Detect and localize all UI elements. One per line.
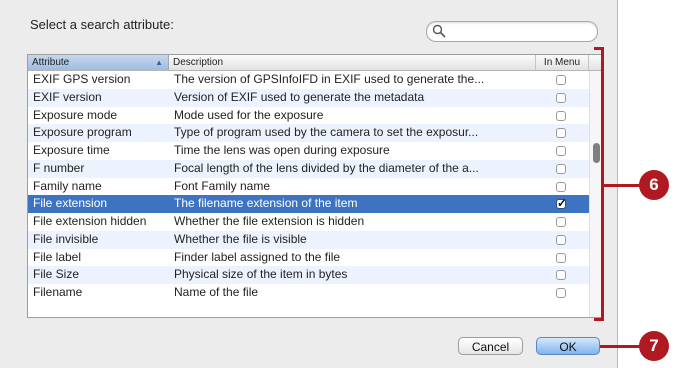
in-menu-cell [536,124,589,142]
in-menu-checkbox[interactable] [556,270,566,281]
attribute-cell: File Size [33,267,80,282]
attribute-cell: Family name [33,178,102,193]
table-row[interactable]: File extension The filename extension of … [28,195,589,213]
table-row[interactable]: Exposure time Time the lens was open duri… [28,142,589,160]
ok-button[interactable]: OK [536,337,600,355]
description-cell: Name of the file [174,285,259,299]
in-menu-cell [536,178,589,196]
description-cell: Type of program used by the camera to se… [174,125,479,140]
description-cell: Font Family name [174,178,271,193]
table-body: EXIF GPS version The version of GPSInfoIF… [28,71,589,302]
description-cell: The version of GPSInfoIFD in EXIF used t… [174,72,485,86]
sort-ascending-icon: ▲ [155,58,163,67]
attribute-cell: EXIF GPS version [33,72,131,86]
attribute-cell: Filename [33,285,83,299]
table-row[interactable]: EXIF version Version of EXIF used to gene… [28,88,589,107]
attribute-cell: Exposure time [33,143,110,157]
attribute-cell: File extension [33,196,108,211]
in-menu-cell [536,195,589,213]
attribute-cell: Exposure program [33,125,132,140]
table-row[interactable]: File invisible Whether the file is visibl… [28,230,589,249]
search-icon [432,24,446,38]
in-menu-cell [536,89,589,107]
in-menu-checkbox[interactable] [556,92,566,103]
in-menu-checkbox[interactable] [556,195,567,213]
in-menu-checkbox[interactable] [556,234,566,245]
in-menu-cell [536,107,589,125]
table-row[interactable]: File Size Physical size of the item in by… [28,266,589,284]
in-menu-checkbox[interactable] [556,181,566,192]
in-menu-checkbox[interactable] [556,75,566,85]
table-callout-line [604,184,640,187]
attribute-cell: File invisible [33,231,99,246]
table-row[interactable]: File label Finder label assigned to the f… [28,249,589,267]
table-row[interactable]: F number Focal length of the lens divided… [28,159,589,178]
in-menu-cell [536,284,589,302]
table-row[interactable]: File extension hidden Whether the file ex… [28,213,589,231]
table-row[interactable]: Family name Font Family name [28,178,589,196]
search-attribute-dialog: Select a search attribute: Attribute ▲ D… [0,0,618,368]
in-menu-checkbox[interactable] [556,252,566,263]
table-row[interactable]: Filename Name of the file [28,284,589,302]
in-menu-checkbox[interactable] [556,146,566,156]
description-cell: Focal length of the lens divided by the … [174,160,479,175]
description-cell: The filename extension of the item [174,196,358,211]
column-header-attribute[interactable]: Attribute ▲ [28,55,169,70]
table-callout-bracket [594,47,604,321]
table-row[interactable]: Exposure mode Mode used for the exposure [28,107,589,125]
description-cell: Physical size of the item in bytes [174,267,348,282]
table-row[interactable]: Exposure program Type of program used by … [28,124,589,142]
description-cell: Mode used for the exposure [174,107,324,122]
description-cell: Whether the file is visible [174,231,307,246]
cancel-button[interactable]: Cancel [458,337,523,355]
in-menu-cell [536,266,589,284]
callout-badge-7: 7 [639,331,669,361]
in-menu-cell [536,231,589,249]
ok-callout-line [600,345,642,348]
in-menu-checkbox[interactable] [556,163,566,174]
search-field[interactable] [426,21,598,42]
attribute-cell: F number [33,160,85,175]
description-cell: Version of EXIF used to generate the met… [174,89,425,104]
in-menu-cell [536,213,589,231]
attribute-cell: Exposure mode [33,107,118,122]
description-cell: Whether the file extension is hidden [174,214,365,228]
table-row[interactable]: EXIF GPS version The version of GPSInfoIF… [28,71,589,89]
column-header-description[interactable]: Description [169,55,536,70]
attribute-cell: EXIF version [33,89,102,104]
dialog-prompt: Select a search attribute: [30,17,174,32]
description-cell: Finder label assigned to the file [174,249,341,264]
in-menu-checkbox[interactable] [556,110,566,121]
in-menu-cell [536,160,589,178]
column-header-in-menu[interactable]: In Menu [536,55,589,70]
in-menu-checkbox[interactable] [556,128,566,139]
attribute-cell: File extension hidden [33,214,147,228]
callout-badge-6: 6 [639,170,669,200]
attribute-table: Attribute ▲ Description In Menu EXIF GPS… [27,54,604,318]
column-header-attribute-label: Attribute [32,57,70,68]
in-menu-cell [536,71,589,89]
in-menu-checkbox[interactable] [556,288,566,298]
description-cell: Time the lens was open during exposure [174,143,390,157]
in-menu-cell [536,142,589,160]
in-menu-checkbox[interactable] [556,217,566,227]
table-header: Attribute ▲ Description In Menu [28,55,603,71]
in-menu-cell [536,249,589,267]
attribute-cell: File label [33,249,82,264]
